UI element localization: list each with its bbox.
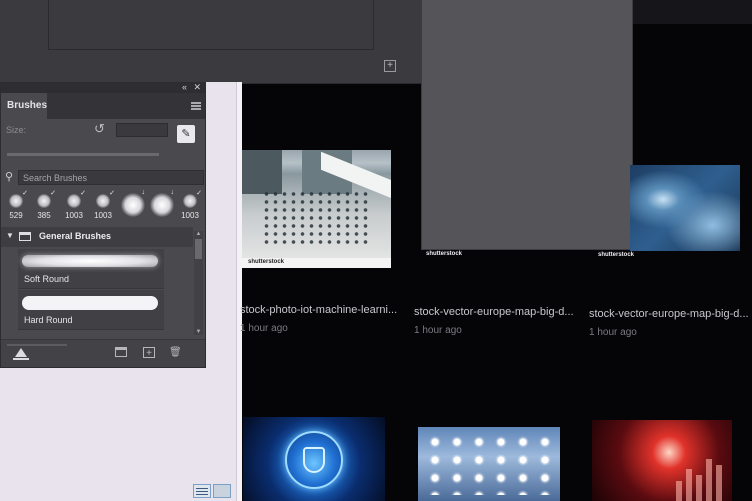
- preset-brush[interactable]: ✓ 385: [29, 190, 59, 223]
- brush-tip-icon: [183, 194, 197, 208]
- check-icon: ✓: [80, 190, 86, 197]
- brush-tip-icon: [150, 193, 174, 217]
- download-icon: ↓: [170, 189, 175, 196]
- brush-item-soft-round[interactable]: Soft Round: [18, 249, 164, 289]
- collapse-icon[interactable]: «: [182, 82, 187, 92]
- top-panel: +: [0, 0, 424, 84]
- asset-time: 1 hour ago: [240, 323, 288, 334]
- panel-progress-line: [7, 344, 67, 346]
- size-value-field[interactable]: [116, 123, 168, 137]
- thumbnail-bar: [706, 459, 712, 501]
- new-group-folder-icon[interactable]: [115, 347, 127, 357]
- preset-brush[interactable]: ✓ 1003: [175, 190, 205, 223]
- asset-thumbnail[interactable]: [592, 420, 732, 501]
- floating-gray-panel: [421, 0, 633, 250]
- tab-brushes[interactable]: Brushes: [1, 93, 47, 119]
- top-right-strip: [633, 0, 752, 24]
- brush-settings-base: [13, 358, 29, 360]
- watermark-text: shutterstock: [598, 252, 635, 258]
- top-panel-frame: [48, 0, 374, 50]
- panel-tab-row: Brushes: [1, 93, 205, 119]
- preset-brush[interactable]: ✓ 529: [1, 190, 31, 223]
- size-slider[interactable]: [7, 153, 159, 156]
- asset-thumbnail[interactable]: [242, 150, 391, 258]
- brush-stroke-preview: [22, 255, 158, 267]
- brush-tip-icon: [67, 194, 81, 208]
- check-icon: ✓: [196, 190, 202, 197]
- canvas-divider: [236, 82, 242, 501]
- shield-icon: [303, 447, 325, 473]
- asset-thumbnail[interactable]: [630, 165, 740, 251]
- brush-list-scrollbar[interactable]: ▲ ▼: [194, 231, 203, 335]
- brush-tip-icon: [9, 194, 23, 208]
- thumbnail-bar: [696, 475, 702, 501]
- brush-settings-icon[interactable]: [15, 348, 27, 357]
- preset-size: 1003: [181, 211, 199, 220]
- preset-brush[interactable]: ↓: [147, 189, 177, 223]
- preset-brush[interactable]: ↓: [118, 189, 148, 223]
- scroll-up-icon[interactable]: ▲: [194, 231, 203, 237]
- grid-view-icon[interactable]: [213, 484, 231, 498]
- trash-icon[interactable]: 🗑: [169, 347, 182, 358]
- brush-item-hard-round[interactable]: Hard Round: [18, 290, 164, 330]
- search-brushes-input[interactable]: [18, 170, 204, 185]
- check-icon: ✓: [22, 190, 28, 197]
- asset-name: stock-vector-europe-map-big-d...: [414, 306, 574, 318]
- reset-icon[interactable]: ↺: [94, 121, 105, 137]
- size-label: Size:: [6, 125, 27, 135]
- thumbnail-footer: shutterstock: [242, 258, 391, 268]
- asset-name: stock-photo-iot-machine-learni...: [240, 304, 398, 316]
- plus-square-icon[interactable]: +: [384, 60, 396, 72]
- search-row: ⚲: [1, 169, 205, 187]
- brush-group-header[interactable]: ▼ General Brushes: [1, 227, 193, 247]
- preset-size: 1003: [65, 211, 83, 220]
- thumbnail-building: [242, 150, 282, 194]
- brush-group-name: General Brushes: [39, 231, 112, 241]
- preset-brush[interactable]: ✓ 1003: [88, 190, 118, 223]
- brush-name: Hard Round: [24, 315, 73, 325]
- check-icon: ✓: [109, 190, 115, 197]
- new-brush-add-icon[interactable]: +: [143, 347, 155, 359]
- watermark-text: shutterstock: [248, 259, 285, 265]
- panel-menu-icon[interactable]: [191, 102, 201, 110]
- thumbnail-crowd: [262, 190, 372, 248]
- thumbnail-nodes: [424, 433, 554, 495]
- close-icon[interactable]: ✕: [193, 82, 201, 93]
- folder-icon: [19, 232, 31, 241]
- preset-size: 529: [9, 211, 23, 220]
- asset-thumbnail[interactable]: [243, 417, 385, 501]
- download-icon: ↓: [141, 189, 146, 196]
- brush-tip-icon: [37, 194, 51, 208]
- brush-tip-icon: [96, 194, 110, 208]
- asset-time: 1 hour ago: [589, 327, 637, 338]
- brush-presets: ✓ 529 ✓ 385 ✓ 1003 ✓ 1003 ↓ ↓ ✓ 1003: [1, 189, 205, 223]
- watermark-text: shutterstock: [426, 251, 463, 257]
- brush-stroke-preview: [22, 296, 158, 310]
- chevron-down-icon[interactable]: ▼: [6, 231, 14, 240]
- new-brush-icon[interactable]: ✎: [177, 125, 195, 143]
- asset-thumbnail[interactable]: [418, 427, 560, 501]
- panel-titlebar: « ✕: [1, 82, 205, 93]
- preset-size: 385: [37, 211, 51, 220]
- preset-size: 1003: [94, 211, 112, 220]
- panel-bottom-bar: + 🗑: [1, 339, 205, 367]
- preset-brush[interactable]: ✓ 1003: [59, 190, 89, 223]
- check-icon: ✓: [50, 190, 56, 197]
- brush-name: Soft Round: [24, 274, 70, 284]
- asset-time: 1 hour ago: [414, 325, 462, 336]
- search-icon: ⚲: [5, 171, 14, 183]
- brush-tip-icon: [121, 193, 145, 217]
- list-view-icon[interactable]: [193, 484, 211, 498]
- scroll-thumb[interactable]: [195, 239, 202, 259]
- thumbnail-bar: [716, 465, 722, 501]
- scroll-down-icon[interactable]: ▼: [194, 329, 203, 335]
- size-row: Size: ↺ ✎: [1, 119, 205, 143]
- thumbnail-bar: [676, 481, 682, 501]
- brushes-panel: « ✕ Brushes Size: ↺ ✎ ⚲ ✓ 529 ✓ 385 ✓ 10…: [0, 82, 206, 368]
- asset-name: stock-vector-europe-map-big-d...: [589, 308, 749, 320]
- thumbnail-bar: [686, 469, 692, 501]
